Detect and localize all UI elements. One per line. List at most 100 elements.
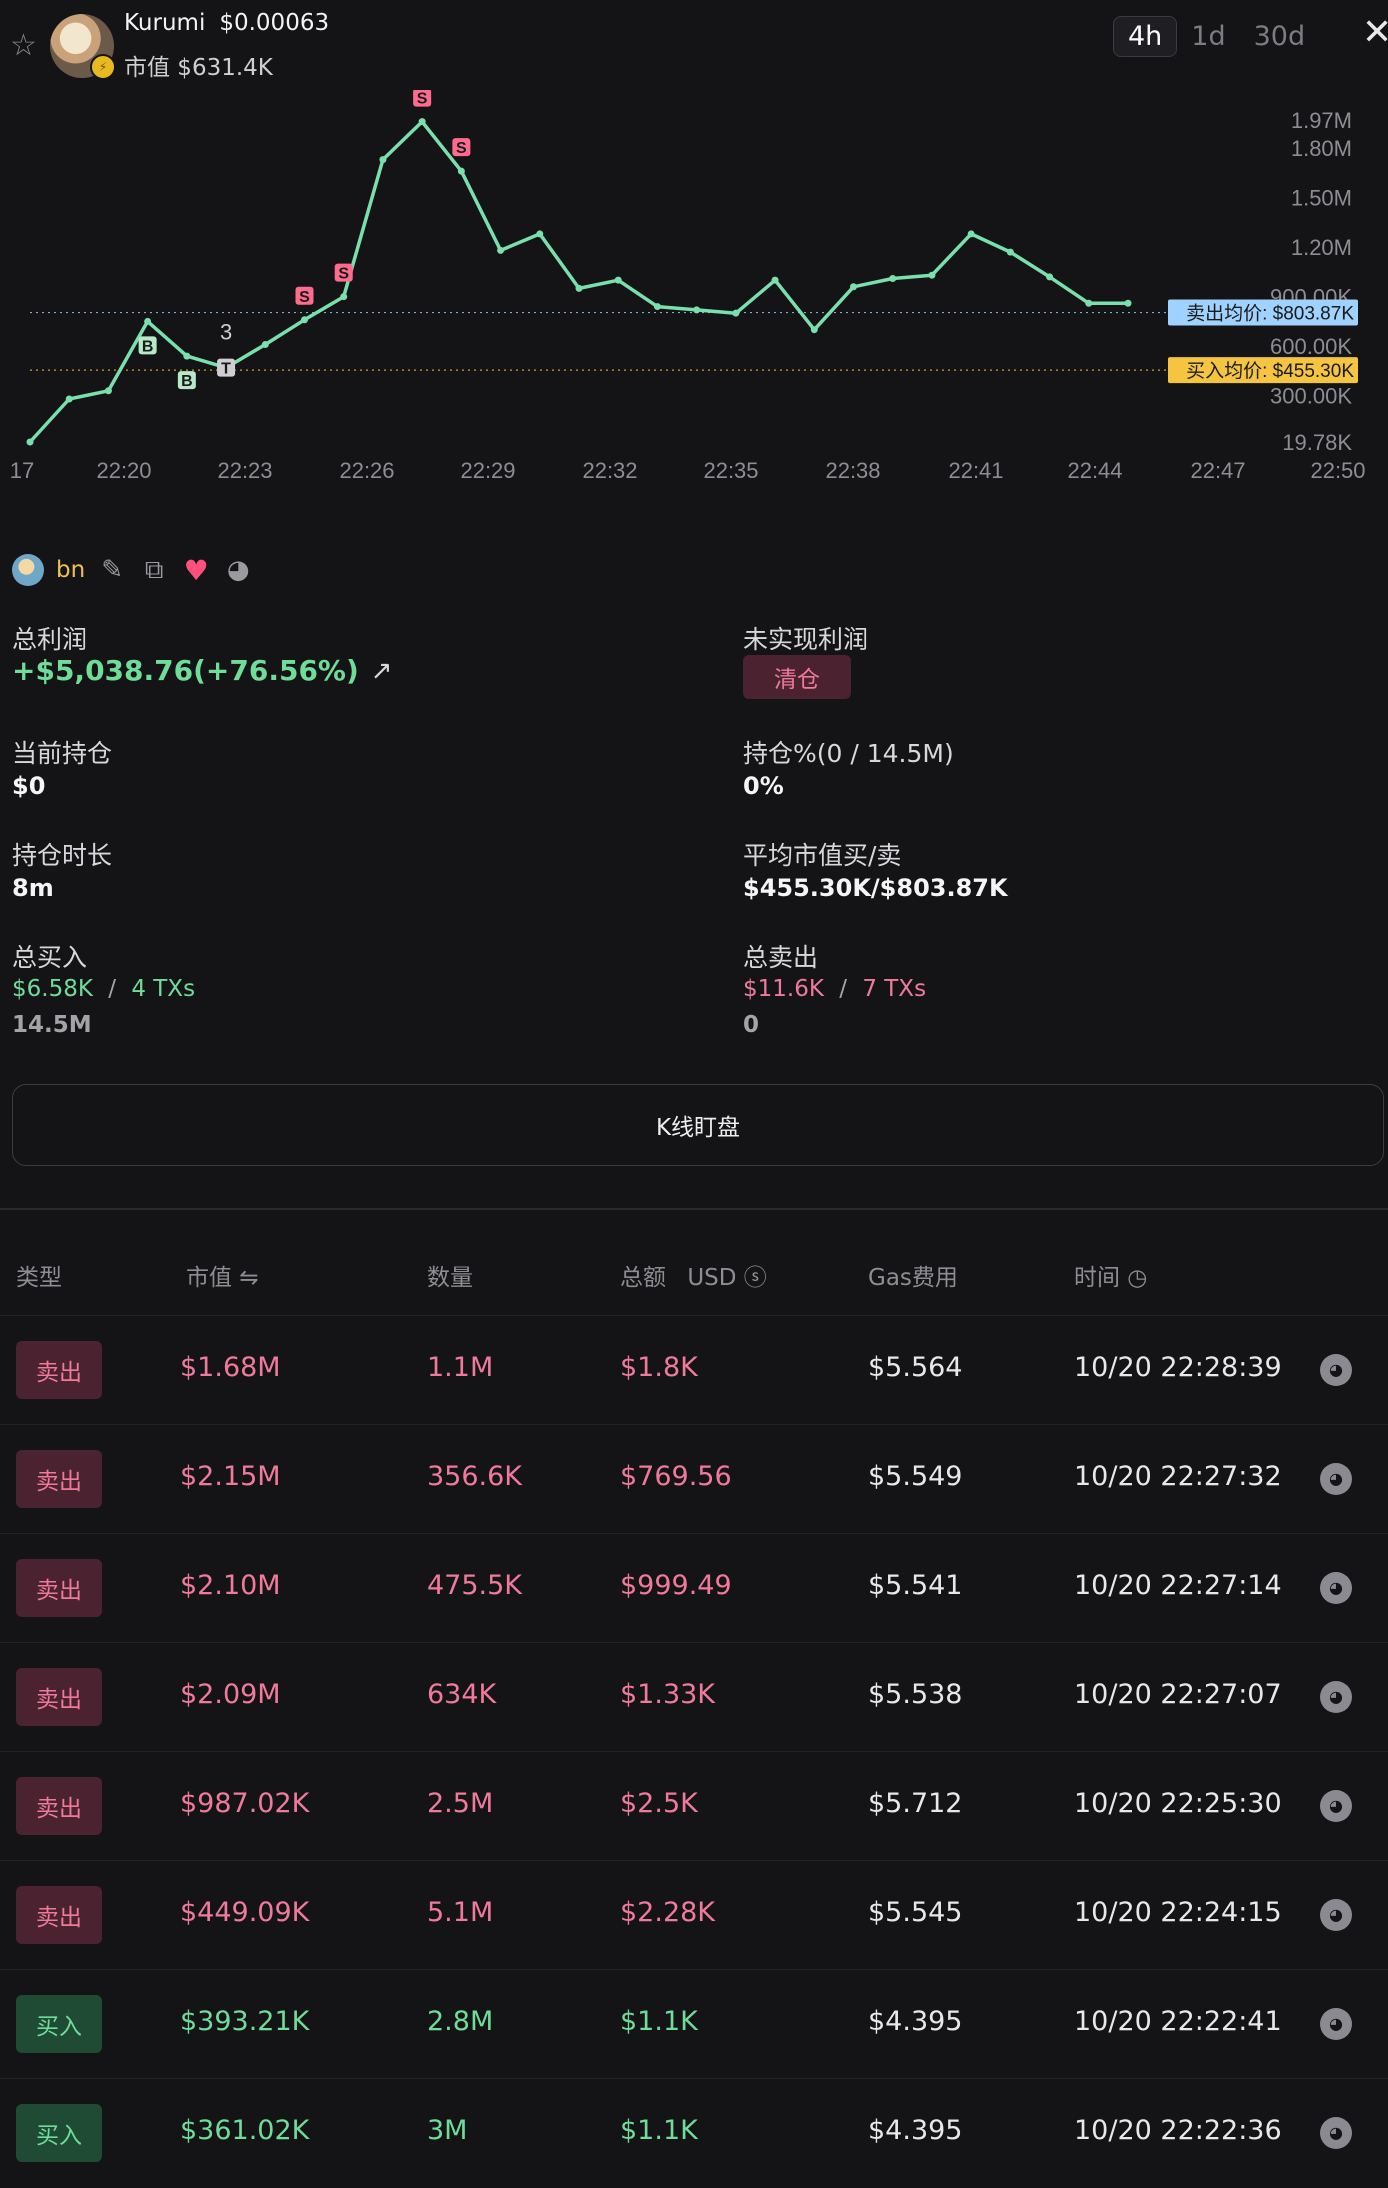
data-point [693, 306, 701, 314]
total-buy-line: $6.58K / 4 TXs [12, 976, 195, 1002]
trade-mcap: $1.68M [180, 1352, 281, 1383]
y-tick-label: 1.80M [1291, 136, 1352, 161]
trade-time: 10/20 22:22:41 [1074, 2006, 1282, 2037]
data-point [144, 317, 152, 325]
trade-gas: $4.395 [868, 2006, 963, 2037]
trade-type-badge: 卖出 [16, 1450, 102, 1508]
external-link-icon[interactable]: ↗ [371, 656, 393, 686]
price-chart[interactable]: 1.97M1.80M1.50M1.20M900.00K600.00K300.00… [0, 90, 1388, 500]
position-pct-label: 持仓%(0 / 14.5M) [743, 739, 954, 768]
table-row[interactable]: 卖出 $2.10M 475.5K $999.49 $5.541 10/20 22:27:1… [0, 1533, 1388, 1643]
trade-mcap: $393.21K [180, 2006, 310, 2037]
table-row[interactable]: 买入 $393.21K 2.8M $1.1K $4.395 10/20 22:22:41 ◕ [0, 1969, 1388, 2079]
trade-mcap: $2.15M [180, 1461, 281, 1492]
avg-mc-value: $455.30K/$803.87K [743, 874, 1008, 902]
heart-icon[interactable]: ♥ [181, 554, 211, 587]
col-mcap-header[interactable]: 市值 ⇋ [186, 1258, 259, 1292]
data-point [889, 275, 897, 283]
table-row[interactable]: 卖出 $449.09K 5.1M $2.28K $5.545 10/20 22:24:15… [0, 1860, 1388, 1970]
data-point [850, 283, 857, 291]
sell-marker-label: S [338, 266, 349, 283]
data-point [261, 341, 269, 349]
x-tick-label: 22:26 [339, 458, 394, 483]
copy-icon[interactable]: ⧉ [139, 555, 169, 586]
col-total-label: 总额 [620, 1265, 666, 1291]
trade-gas: $5.545 [868, 1897, 963, 1928]
y-tick-label: 19.78K [1282, 430, 1352, 455]
sell-marker-label: S [299, 289, 310, 306]
data-point [771, 276, 779, 284]
table-row[interactable]: 买入 $361.02K 3M $1.1K $4.395 10/20 22:22:36 ◕ [0, 2078, 1388, 2188]
data-point [26, 438, 34, 446]
trade-qty: 634K [427, 1679, 497, 1710]
data-point [379, 156, 387, 164]
data-point [104, 387, 112, 395]
y-tick-label: 1.50M [1291, 186, 1352, 211]
table-row[interactable]: 卖出 $2.15M 356.6K $769.56 $5.549 10/20 22:27:3… [0, 1424, 1388, 1534]
col-type-header: 类型 [16, 1265, 62, 1291]
total-sell-qty: 0 [743, 1012, 760, 1038]
col-gas-header: Gas费用 [868, 1265, 958, 1291]
trade-mcap: $2.09M [180, 1679, 281, 1710]
position-label: 当前持仓 [12, 739, 113, 768]
trade-qty: 2.5M [427, 1788, 494, 1819]
currency-toggle[interactable]: USD ⓢ [687, 1265, 766, 1291]
data-point [497, 246, 505, 254]
wallet-name[interactable]: bn [56, 557, 85, 583]
kline-watch-button[interactable]: K线盯盘 [12, 1084, 1384, 1166]
chart-icon[interactable]: ◕ [1320, 1463, 1352, 1495]
y-tick-label: 1.20M [1291, 235, 1352, 260]
trade-type-badge: 卖出 [16, 1559, 102, 1617]
y-tick-label: 300.00K [1270, 384, 1352, 409]
close-icon[interactable]: ✕ [1362, 12, 1388, 53]
total-sell-txs: 7 TXs [862, 976, 927, 1002]
edit-icon[interactable]: ✎ [97, 555, 127, 585]
star-icon[interactable]: ☆ [10, 30, 42, 62]
data-point [732, 309, 740, 317]
chart-icon[interactable]: ◕ [1320, 1681, 1352, 1713]
trade-mcap: $2.10M [180, 1570, 281, 1601]
total-buy-label: 总买入 [12, 943, 88, 972]
token-name: Kurumi [124, 10, 206, 36]
trade-qty: 356.6K [427, 1461, 523, 1492]
trade-total: $2.5K [620, 1788, 698, 1819]
chart-icon[interactable]: ◕ [1320, 1899, 1352, 1931]
trade-gas: $5.538 [868, 1679, 963, 1710]
table-row[interactable]: 卖出 $2.09M 634K $1.33K $5.538 10/20 22:27:07 ◕ [0, 1642, 1388, 1752]
trade-total: $1.1K [620, 2006, 698, 2037]
chart-icon[interactable]: ◕ [223, 555, 253, 585]
reference-label: 卖出均价: $803.87K [1186, 303, 1354, 325]
total-sell-amount: $11.6K [743, 976, 824, 1002]
tab-30d[interactable]: 30d [1240, 17, 1320, 56]
position-value: $0 [12, 772, 46, 800]
data-point [1046, 273, 1054, 281]
trade-type-badge: 卖出 [16, 1777, 102, 1835]
transfer-marker-label: T [221, 361, 231, 378]
trade-total: $999.49 [620, 1570, 732, 1601]
total-sell-label: 总卖出 [743, 943, 819, 972]
data-point [928, 271, 936, 279]
table-row[interactable]: 卖出 $1.68M 1.1M $1.8K $5.564 10/20 22:28:39 ◕ [0, 1315, 1388, 1425]
col-time-header[interactable]: 时间 ◷ [1074, 1258, 1147, 1292]
chart-icon[interactable]: ◕ [1320, 1790, 1352, 1822]
data-point [1085, 299, 1093, 307]
table-row[interactable]: 卖出 $987.02K 2.5M $2.5K $5.712 10/20 22:25:30 ◕ [0, 1751, 1388, 1861]
x-tick-label: 22:47 [1190, 458, 1245, 483]
trade-gas: $5.549 [868, 1461, 963, 1492]
verified-badge-icon: ⚡ [90, 54, 116, 80]
chart-icon[interactable]: ◕ [1320, 1354, 1352, 1386]
tab-4h[interactable]: 4h [1113, 15, 1178, 57]
trade-gas: $5.712 [868, 1788, 963, 1819]
position-pct-value: 0% [743, 772, 784, 800]
chart-icon[interactable]: ◕ [1320, 2008, 1352, 2040]
clear-position-button[interactable]: 清仓 [743, 655, 851, 699]
trade-qty: 3M [427, 2115, 468, 2146]
sell-marker-label: S [417, 91, 428, 108]
tab-1d[interactable]: 1d [1177, 17, 1239, 56]
trade-time: 10/20 22:27:14 [1074, 1570, 1282, 1601]
marker-count-label: 3 [220, 320, 232, 345]
total-profit-label: 总利润 [12, 625, 88, 654]
chart-icon[interactable]: ◕ [1320, 2117, 1352, 2149]
trade-time: 10/20 22:25:30 [1074, 1788, 1282, 1819]
chart-icon[interactable]: ◕ [1320, 1572, 1352, 1604]
